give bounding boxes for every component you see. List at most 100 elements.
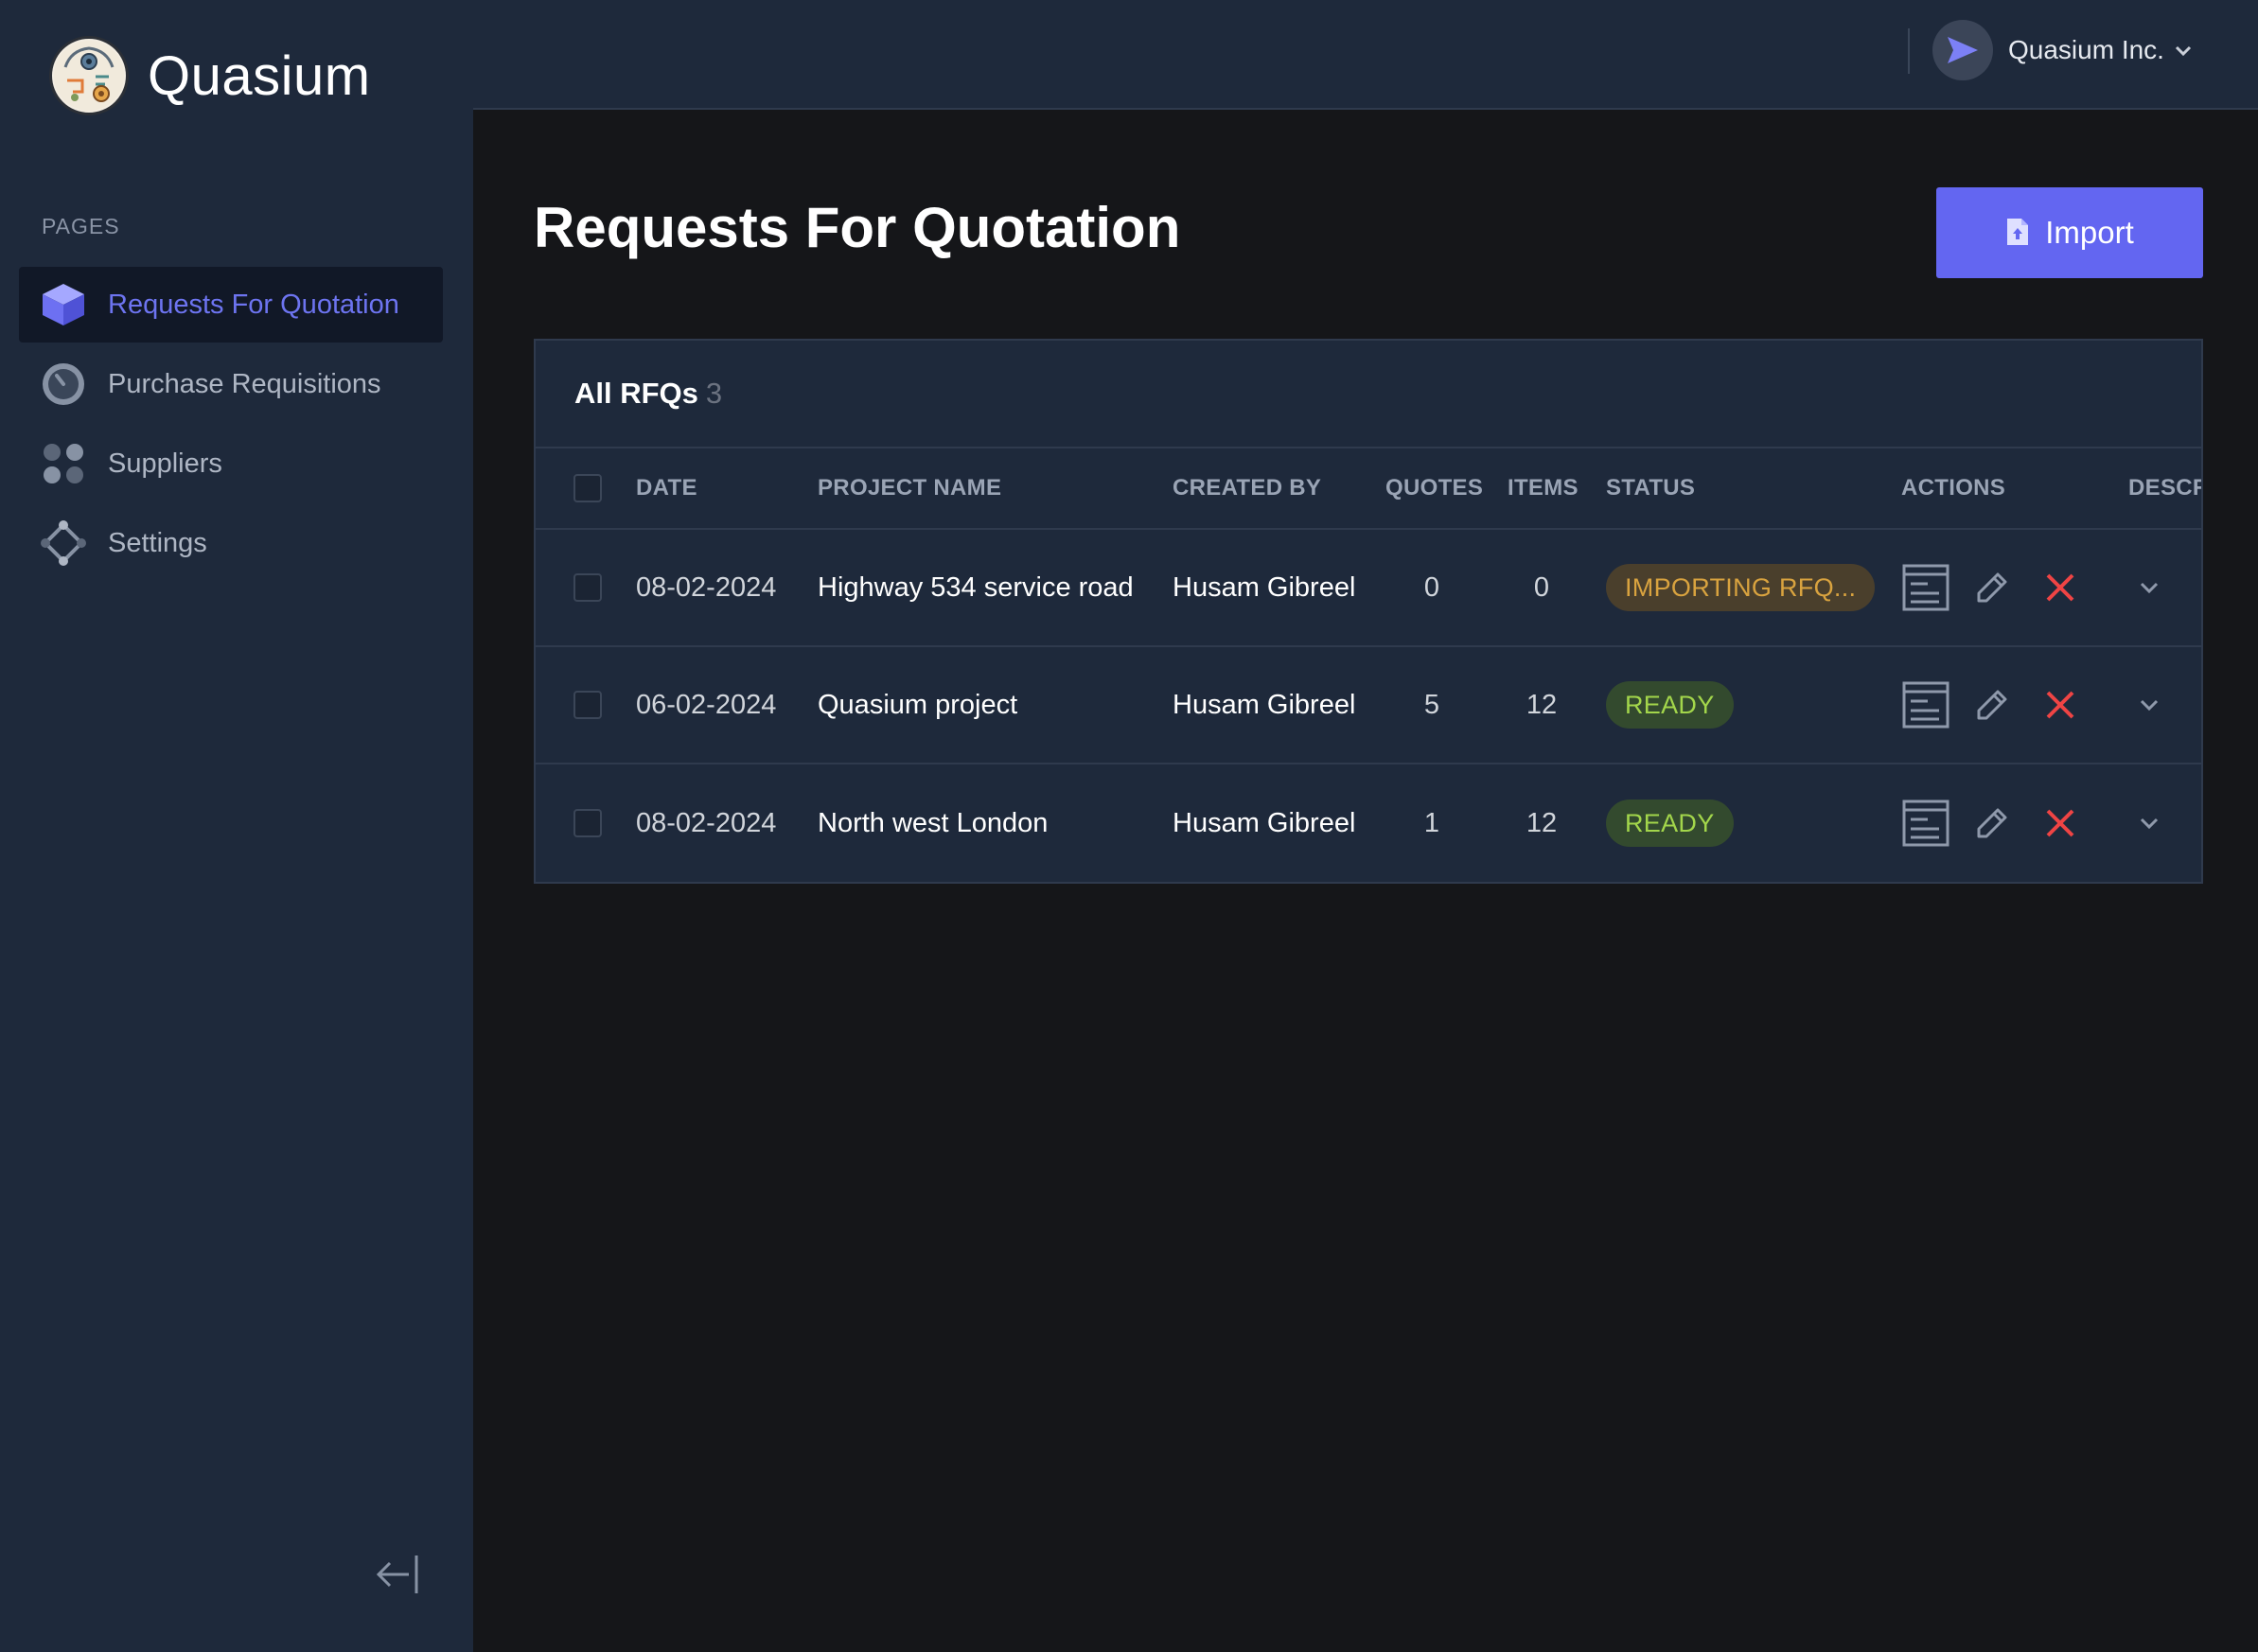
close-icon xyxy=(2046,573,2074,602)
row-checkbox[interactable] xyxy=(573,573,602,602)
pencil-icon xyxy=(1977,690,2007,720)
import-button-label: Import xyxy=(2045,215,2134,250)
sidebar-item-label: Purchase Requisitions xyxy=(108,368,381,399)
organization-name: Quasium Inc. xyxy=(2008,35,2164,64)
row-date: 08-02-2024 xyxy=(636,807,777,838)
app: Quasium PAGES Requests For Quotation Pur… xyxy=(0,0,2258,1652)
rfq-count: 3 xyxy=(705,377,723,410)
sidebar-nav: Requests For Quotation Purchase Requisit… xyxy=(19,267,443,585)
cube-icon xyxy=(40,281,87,328)
document-icon xyxy=(1902,681,1949,729)
brand-name: Quasium xyxy=(148,44,371,107)
view-details-button[interactable] xyxy=(1899,678,1952,731)
sidebar-item-suppliers[interactable]: Suppliers xyxy=(19,426,443,501)
row-quotes: 0 xyxy=(1423,571,1440,603)
table-row[interactable]: 08-02-2024 North west London Husam Gibre… xyxy=(536,764,2201,882)
card-title: All RFQs xyxy=(574,377,698,410)
row-project-name[interactable]: Highway 534 service road xyxy=(818,530,1134,645)
status-badge: IMPORTING RFQ... xyxy=(1606,564,1876,611)
brand-logo-icon xyxy=(49,36,129,115)
row-select-cell xyxy=(573,530,602,645)
sidebar-item-label: Settings xyxy=(108,527,207,558)
table-row[interactable]: 08-02-2024 Highway 534 service road Husa… xyxy=(536,530,2201,647)
row-date: 08-02-2024 xyxy=(636,571,777,603)
status-badge: READY xyxy=(1606,800,1734,847)
sidebar-item-purchase-requisitions[interactable]: Purchase Requisitions xyxy=(19,346,443,422)
row-items: 12 xyxy=(1526,689,1558,720)
row-checkbox[interactable] xyxy=(573,691,602,719)
row-expand-button[interactable] xyxy=(2137,764,2161,882)
import-button[interactable]: Import xyxy=(1936,187,2203,278)
edit-button[interactable] xyxy=(1966,561,2019,614)
dots-grid-icon xyxy=(40,440,87,487)
chevron-down-icon xyxy=(2140,699,2159,712)
pencil-icon xyxy=(1977,808,2007,838)
document-icon xyxy=(1902,564,1949,611)
row-date: 06-02-2024 xyxy=(636,689,777,720)
column-header-quotes[interactable]: QUOTES xyxy=(1385,448,1483,528)
page-title: Requests For Quotation xyxy=(534,196,1181,259)
edit-button[interactable] xyxy=(1966,797,2019,850)
sidebar-item-requests-for-quotation[interactable]: Requests For Quotation xyxy=(19,267,443,343)
column-header-project-name[interactable]: PROJECT NAME xyxy=(818,448,1001,528)
edit-button[interactable] xyxy=(1966,678,2019,731)
row-project-name[interactable]: Quasium project xyxy=(818,647,1017,763)
row-select-cell xyxy=(573,764,602,882)
row-checkbox[interactable] xyxy=(573,809,602,837)
row-quotes: 1 xyxy=(1423,807,1440,838)
row-items: 0 xyxy=(1533,571,1550,603)
select-all-checkbox[interactable] xyxy=(573,474,602,502)
row-created-by: Husam Gibreel xyxy=(1173,689,1356,720)
row-actions xyxy=(1899,530,2087,645)
pencil-icon xyxy=(1977,572,2007,603)
table-header-row: DATE PROJECT NAME CREATED BY QUOTES ITEM… xyxy=(536,448,2203,530)
topbar: Quasium Inc. xyxy=(473,0,2258,110)
nodes-icon xyxy=(40,519,87,567)
sidebar-item-label: Suppliers xyxy=(108,448,222,479)
column-header-actions: ACTIONS xyxy=(1901,475,2006,501)
rfq-table: DATE PROJECT NAME CREATED BY QUOTES ITEM… xyxy=(536,448,2203,882)
column-header-description: DESCR xyxy=(2128,475,2203,501)
row-expand-button[interactable] xyxy=(2137,647,2161,763)
row-actions xyxy=(1899,647,2087,763)
row-created-by: Husam Gibreel xyxy=(1173,807,1356,838)
row-project-name[interactable]: North west London xyxy=(818,764,1048,882)
table-row[interactable]: 06-02-2024 Quasium project Husam Gibreel… xyxy=(536,647,2201,764)
collapse-sidebar-button[interactable] xyxy=(371,1548,424,1601)
close-icon xyxy=(2046,691,2074,719)
chevron-down-icon xyxy=(2172,39,2195,62)
status-badge: READY xyxy=(1606,681,1734,729)
pages-section-label: PAGES xyxy=(42,214,120,238)
column-header-date[interactable]: DATE xyxy=(636,448,697,528)
row-actions xyxy=(1899,764,2087,882)
chevron-down-icon xyxy=(2140,817,2159,830)
topbar-divider xyxy=(1908,28,1910,74)
row-status-cell: READY xyxy=(1606,764,1734,882)
delete-button[interactable] xyxy=(2034,797,2087,850)
brand[interactable]: Quasium xyxy=(49,36,371,115)
view-details-button[interactable] xyxy=(1899,797,1952,850)
row-select-cell xyxy=(573,647,602,763)
column-header-created-by[interactable]: CREATED BY xyxy=(1173,448,1321,528)
row-expand-button[interactable] xyxy=(2137,530,2161,645)
sidebar: Quasium PAGES Requests For Quotation Pur… xyxy=(0,0,473,1652)
sidebar-item-settings[interactable]: Settings xyxy=(19,505,443,581)
send-arrow-icon xyxy=(1932,20,1993,80)
close-icon xyxy=(2046,809,2074,837)
organization-switcher[interactable]: Quasium Inc. xyxy=(1932,19,2195,81)
sidebar-item-label: Requests For Quotation xyxy=(108,289,399,320)
collapse-left-icon xyxy=(376,1555,418,1593)
row-items: 12 xyxy=(1526,807,1558,838)
delete-button[interactable] xyxy=(2034,678,2087,731)
row-created-by: Husam Gibreel xyxy=(1173,571,1356,603)
column-header-status[interactable]: STATUS xyxy=(1606,448,1695,528)
delete-button[interactable] xyxy=(2034,561,2087,614)
rfq-table-card: All RFQs 3 DATE PROJECT NAME CREATED BY … xyxy=(534,339,2203,884)
view-details-button[interactable] xyxy=(1899,561,1952,614)
gauge-icon xyxy=(40,360,87,408)
row-status-cell: IMPORTING RFQ... xyxy=(1606,530,1876,645)
file-upload-icon xyxy=(2005,217,2030,250)
card-header: All RFQs 3 xyxy=(536,341,2201,448)
chevron-down-icon xyxy=(2140,582,2159,594)
column-header-items[interactable]: ITEMS xyxy=(1508,448,1579,528)
